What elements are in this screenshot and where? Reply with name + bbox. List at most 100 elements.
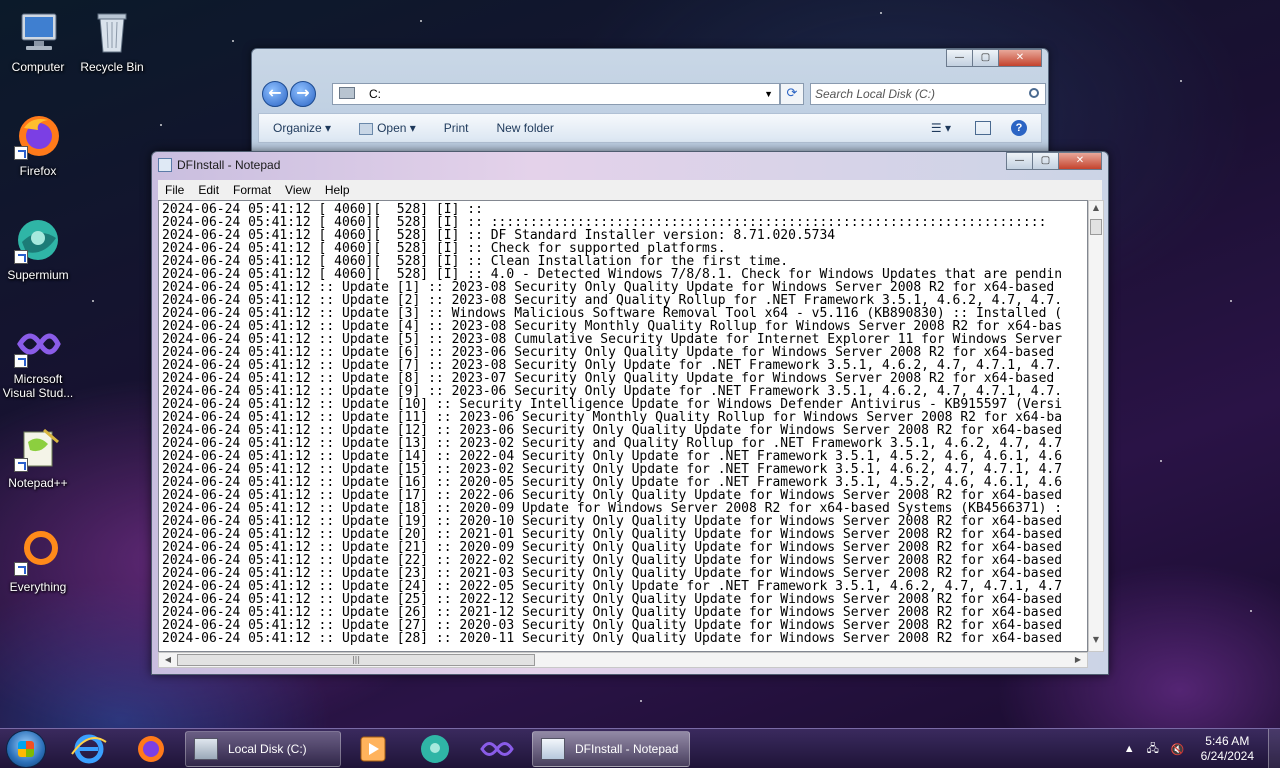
media-player-icon xyxy=(360,736,386,762)
minimize-button[interactable]: — xyxy=(946,49,973,67)
help-icon[interactable]: ? xyxy=(1011,120,1027,136)
horizontal-scroll-thumb[interactable]: ||| xyxy=(177,654,535,666)
open-button[interactable]: Open ▾ xyxy=(345,121,430,135)
scroll-up-icon[interactable]: ▲ xyxy=(1089,203,1103,217)
menu-format[interactable]: Format xyxy=(226,183,278,197)
clock[interactable]: 5:46 AM 6/24/2024 xyxy=(1201,734,1254,764)
volume-muted-icon[interactable]: 🔇 xyxy=(1171,743,1185,756)
log-lines: 2024-06-24 05:41:12 [ 4060][ 528] [I] ::… xyxy=(162,203,1062,645)
clock-date: 6/24/2024 xyxy=(1200,749,1254,763)
explorer-window[interactable]: — ▢ ✕ ← → C: ▼ ⟳ Search Local Disk (C:) … xyxy=(251,48,1049,163)
shortcut-arrow-icon xyxy=(14,354,28,368)
visual-studio-icon xyxy=(480,742,514,756)
notepad-menubar: File Edit Format View Help xyxy=(158,180,1102,200)
back-button[interactable]: ← xyxy=(262,81,288,107)
taskbar: Local Disk (C:) DFInstall - Notepad ▲ 🖧 … xyxy=(0,728,1280,768)
menu-file[interactable]: File xyxy=(158,183,191,197)
refresh-button[interactable]: ⟳ xyxy=(780,83,804,105)
explorer-address-row: ← → C: ▼ ⟳ Search Local Disk (C:) xyxy=(258,79,1046,109)
vertical-scroll-thumb[interactable] xyxy=(1090,219,1102,235)
open-icon xyxy=(359,122,374,135)
taskbar-pin-visual-studio[interactable] xyxy=(470,732,524,766)
firefox-icon xyxy=(138,736,164,762)
taskbar-task-dfinstall-notepad[interactable]: DFInstall - Notepad xyxy=(532,731,690,767)
desktop-icon-firefox[interactable]: Firefox xyxy=(0,112,76,178)
search-input[interactable]: Search Local Disk (C:) xyxy=(810,83,1046,105)
notepad-window-controls: — ▢ ✕ xyxy=(1006,152,1102,170)
minimize-button[interactable]: — xyxy=(1006,152,1033,170)
supermium-icon xyxy=(14,216,62,264)
scroll-right-icon[interactable]: ▶ xyxy=(1071,653,1085,667)
explorer-drive-icon xyxy=(194,738,218,760)
desktop-icon-supermium[interactable]: Supermium xyxy=(0,216,76,282)
show-desktop-button[interactable] xyxy=(1268,729,1280,768)
internet-explorer-icon xyxy=(71,734,107,764)
organize-button[interactable]: Organize ▾ xyxy=(259,121,345,135)
search-placeholder: Search Local Disk (C:) xyxy=(815,87,936,101)
desktop-icon-label: Firefox xyxy=(19,164,57,178)
notepad-window-title: DFInstall - Notepad xyxy=(177,158,281,172)
taskbar-pin-supermium[interactable] xyxy=(408,732,462,766)
taskbar-pin-internet-explorer[interactable] xyxy=(62,732,116,766)
shortcut-arrow-icon xyxy=(14,458,28,472)
desktop-icon-recycle-bin[interactable]: Recycle Bin xyxy=(74,8,150,74)
notepad-window[interactable]: DFInstall - Notepad — ▢ ✕ File Edit Form… xyxy=(151,151,1109,675)
horizontal-scrollbar[interactable]: ◀ ||| ▶ xyxy=(158,652,1088,668)
desktop-icon-visual-studio[interactable]: Microsoft Visual Stud... xyxy=(0,320,76,400)
new-folder-button[interactable]: New folder xyxy=(482,121,567,135)
forward-button[interactable]: → xyxy=(290,81,316,107)
menu-view[interactable]: View xyxy=(278,183,318,197)
notepad-titlebar: DFInstall - Notepad xyxy=(158,156,280,174)
menu-edit[interactable]: Edit xyxy=(191,183,226,197)
close-button[interactable]: ✕ xyxy=(998,49,1042,67)
notepad-plus-plus-icon xyxy=(14,424,62,472)
shortcut-arrow-icon xyxy=(14,562,28,576)
taskbar-task-local-disk[interactable]: Local Disk (C:) xyxy=(185,731,341,767)
drive-icon xyxy=(339,87,355,99)
notepad-app-icon xyxy=(158,158,172,172)
taskbar-task-label: Local Disk (C:) xyxy=(228,742,307,756)
taskbar-task-label: DFInstall - Notepad xyxy=(575,742,679,756)
notepad-text-area[interactable]: 2024-06-24 05:41:12 [ 4060][ 528] [I] ::… xyxy=(158,200,1088,652)
open-label: Open xyxy=(377,121,407,135)
desktop-icon-everything[interactable]: Everything xyxy=(0,528,76,594)
explorer-window-controls: — ▢ ✕ xyxy=(946,49,1042,67)
maximize-button[interactable]: ▢ xyxy=(972,49,999,67)
network-icon[interactable]: 🖧 xyxy=(1147,740,1159,759)
desktop-icon-label: Everything xyxy=(9,580,67,594)
firefox-icon xyxy=(14,112,62,160)
desktop-icon-label: Supermium xyxy=(7,268,69,282)
menu-help[interactable]: Help xyxy=(318,183,357,197)
computer-icon xyxy=(14,8,62,56)
taskbar-pin-firefox[interactable] xyxy=(124,732,178,766)
maximize-button[interactable]: ▢ xyxy=(1032,152,1059,170)
shortcut-arrow-icon xyxy=(14,146,28,160)
everything-icon xyxy=(14,528,62,576)
start-button[interactable] xyxy=(6,730,46,768)
notepad-app-icon xyxy=(541,738,565,760)
visual-studio-icon xyxy=(14,320,62,368)
desktop-icon-label: Recycle Bin xyxy=(80,60,144,74)
vertical-scrollbar[interactable]: ▲ ▼ xyxy=(1088,200,1104,652)
scroll-left-icon[interactable]: ◀ xyxy=(161,653,175,667)
search-icon xyxy=(1029,88,1039,98)
view-options-icon[interactable]: ☰ ▾ xyxy=(931,121,951,135)
scroll-down-icon[interactable]: ▼ xyxy=(1089,635,1103,649)
explorer-toolbar: Organize ▾ Open ▾ Print New folder ☰ ▾ ? xyxy=(258,113,1042,143)
desktop-icon-label: Notepad++ xyxy=(8,476,68,490)
preview-pane-icon[interactable] xyxy=(975,121,991,135)
desktop-icon-computer[interactable]: Computer xyxy=(0,8,76,74)
desktop-icon-notepad-plus-plus[interactable]: Notepad++ xyxy=(0,424,76,490)
taskbar-pin-media-player[interactable] xyxy=(346,732,400,766)
close-button[interactable]: ✕ xyxy=(1058,152,1102,170)
desktop-icon-label: Computer xyxy=(11,60,65,74)
supermium-icon xyxy=(421,735,449,763)
address-path: C: xyxy=(369,87,381,101)
desktop-icon-label: Microsoft Visual Stud... xyxy=(2,372,74,400)
print-button[interactable]: Print xyxy=(430,121,483,135)
recycle-bin-icon xyxy=(88,8,136,56)
address-bar[interactable]: C: ▼ xyxy=(332,83,780,105)
show-hidden-icons-icon[interactable]: ▲ xyxy=(1124,743,1135,755)
chevron-down-icon[interactable]: ▼ xyxy=(764,84,773,104)
clock-time: 5:46 AM xyxy=(1205,734,1250,748)
